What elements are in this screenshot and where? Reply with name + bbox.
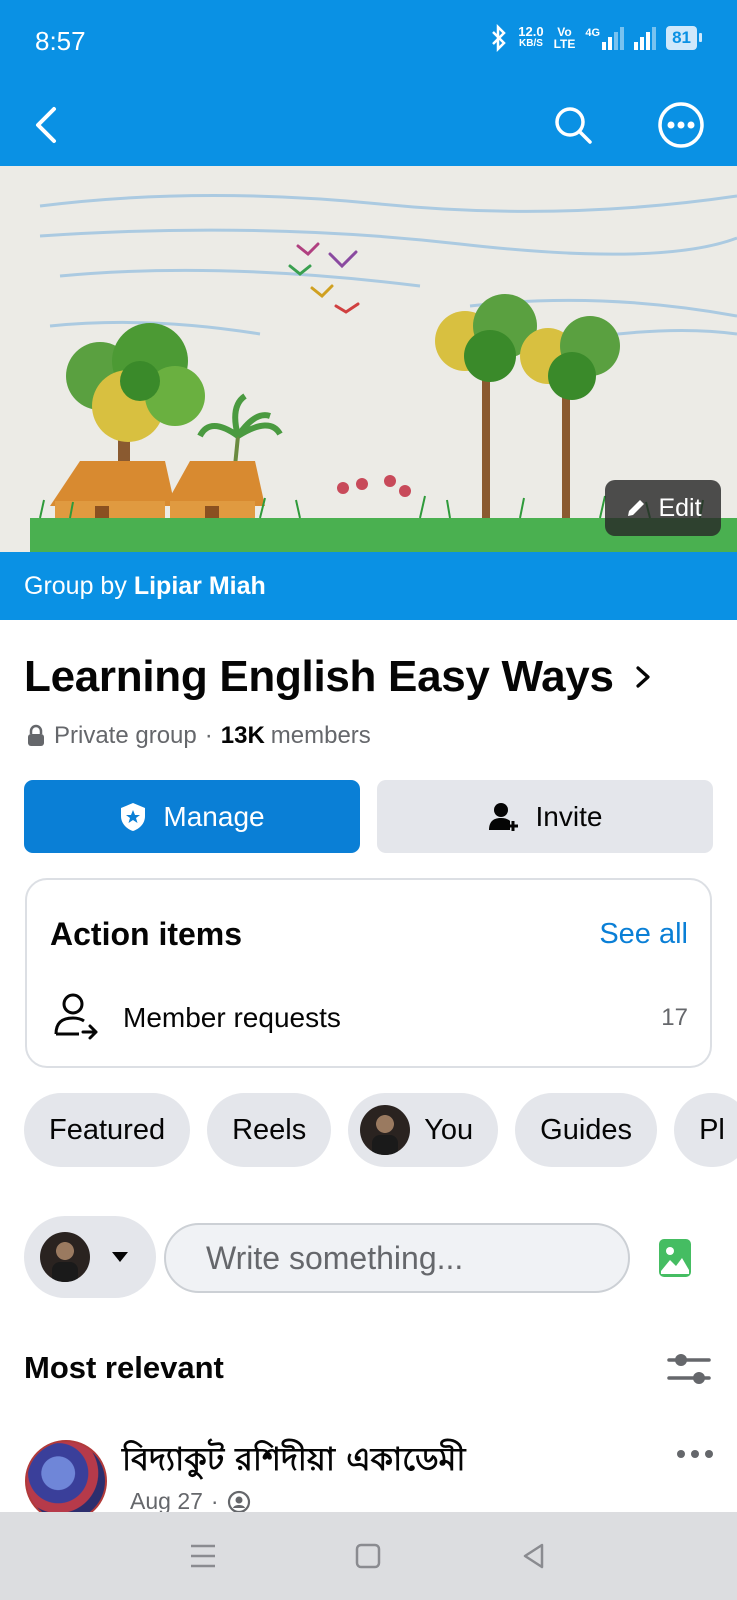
member-requests-count: 17 [661, 1004, 688, 1031]
post-as-selector[interactable] [24, 1216, 156, 1298]
chip-label: Pl [699, 1113, 725, 1146]
chip-label: Reels [232, 1113, 307, 1146]
post-author-avatar[interactable] [25, 1440, 107, 1522]
bluetooth-icon [492, 24, 507, 52]
group-title-row[interactable]: Learning English Easy Ways [24, 652, 656, 702]
shield-star-icon [121, 802, 146, 831]
group-actions: Manage Invite [24, 780, 713, 853]
net-speed-value: 12.0 [518, 24, 544, 39]
privacy-label: Private group [54, 722, 197, 749]
group-owner-link[interactable]: Lipiar Miah [134, 572, 266, 601]
chevron-left-icon [36, 107, 56, 143]
signal-2-icon [634, 26, 657, 50]
net-speed-unit: KB/S [519, 38, 543, 49]
net-speed: 12.0 KB/S [518, 24, 544, 50]
edit-cover-label: Edit [658, 493, 702, 522]
top-bar [0, 84, 737, 166]
chip-featured[interactable]: Featured [24, 1093, 191, 1167]
avatar [40, 1232, 90, 1282]
post-more-icon[interactable] [675, 1448, 715, 1460]
photo-icon[interactable] [658, 1238, 692, 1278]
square-home-icon [356, 1543, 381, 1569]
group-by-prefix: Group by [24, 571, 127, 600]
add-person-icon [488, 802, 518, 831]
invite-label: Invite [535, 800, 603, 832]
meta-separator: · [204, 722, 213, 749]
more-circle-icon [658, 102, 704, 148]
status-icons: 12.0 KB/S Vo LTE 4G 81 [490, 24, 702, 52]
edit-cover-button[interactable]: Edit [605, 480, 721, 536]
group-title: Learning English Easy Ways [24, 652, 614, 701]
group-meta: Private group · 13K members [26, 722, 371, 750]
status-bar: 8:57 12.0 KB/S Vo LTE 4G 81 [0, 0, 737, 84]
lock-icon [28, 724, 44, 746]
invite-button[interactable]: Invite [377, 780, 713, 853]
system-back-button[interactable] [504, 1526, 564, 1586]
avatar [360, 1105, 411, 1155]
signal-1-icon: 4G [585, 26, 625, 50]
chip-you[interactable]: You [348, 1093, 499, 1167]
status-time: 8:57 [35, 26, 86, 56]
members-audience-icon [227, 1490, 250, 1513]
search-button[interactable] [546, 98, 600, 152]
network-type: 4G [585, 26, 601, 39]
write-something-input[interactable]: Write something... [164, 1223, 630, 1293]
caret-down-icon [112, 1252, 128, 1262]
member-request-icon [54, 993, 98, 1040]
action-items-title: Action items [50, 916, 243, 952]
group-tabs: Featured Reels You Guides Pl [24, 1093, 737, 1167]
feed-sort-title: Most relevant [24, 1350, 224, 1385]
group-by-bar: Group by Lipiar Miah [0, 552, 737, 620]
battery-indicator: 81 [666, 26, 702, 50]
chip-label: Guides [540, 1113, 633, 1146]
chevron-right-icon [636, 666, 650, 688]
system-nav-bar [0, 1512, 737, 1600]
volte-bottom: LTE [553, 37, 576, 51]
volte-indicator: Vo LTE [554, 26, 576, 50]
members-label: members [270, 722, 371, 749]
action-items-card: Action items See all Member requests 17 [25, 878, 712, 1068]
more-button[interactable] [654, 98, 708, 152]
manage-button[interactable]: Manage [24, 780, 360, 853]
post-author-name[interactable]: বিদ্যাকুট রশিদীয়া একাডেমী [122, 1434, 466, 1488]
manage-label: Manage [163, 800, 265, 832]
filter-sliders-icon[interactable] [667, 1352, 711, 1388]
member-count: 13K [220, 722, 265, 749]
chip-photos[interactable]: Pl [674, 1093, 737, 1167]
chip-reels[interactable]: Reels [207, 1093, 332, 1167]
see-all-link[interactable]: See all [599, 918, 688, 951]
menu-lines-icon [190, 1544, 215, 1568]
post-meta: Aug 27 · [130, 1488, 251, 1515]
chip-guides[interactable]: Guides [515, 1093, 658, 1167]
chip-label: Featured [49, 1113, 166, 1146]
triangle-back-icon [523, 1543, 544, 1569]
pencil-icon [628, 500, 645, 516]
post-date: Aug 27 [130, 1488, 203, 1514]
chip-label: You [424, 1113, 474, 1146]
post-meta-separator: · [210, 1488, 219, 1514]
back-button[interactable] [20, 98, 74, 152]
home-button[interactable] [338, 1526, 398, 1586]
recents-button[interactable] [173, 1526, 233, 1586]
member-requests-label: Member requests [123, 1002, 341, 1033]
search-icon [555, 107, 592, 144]
